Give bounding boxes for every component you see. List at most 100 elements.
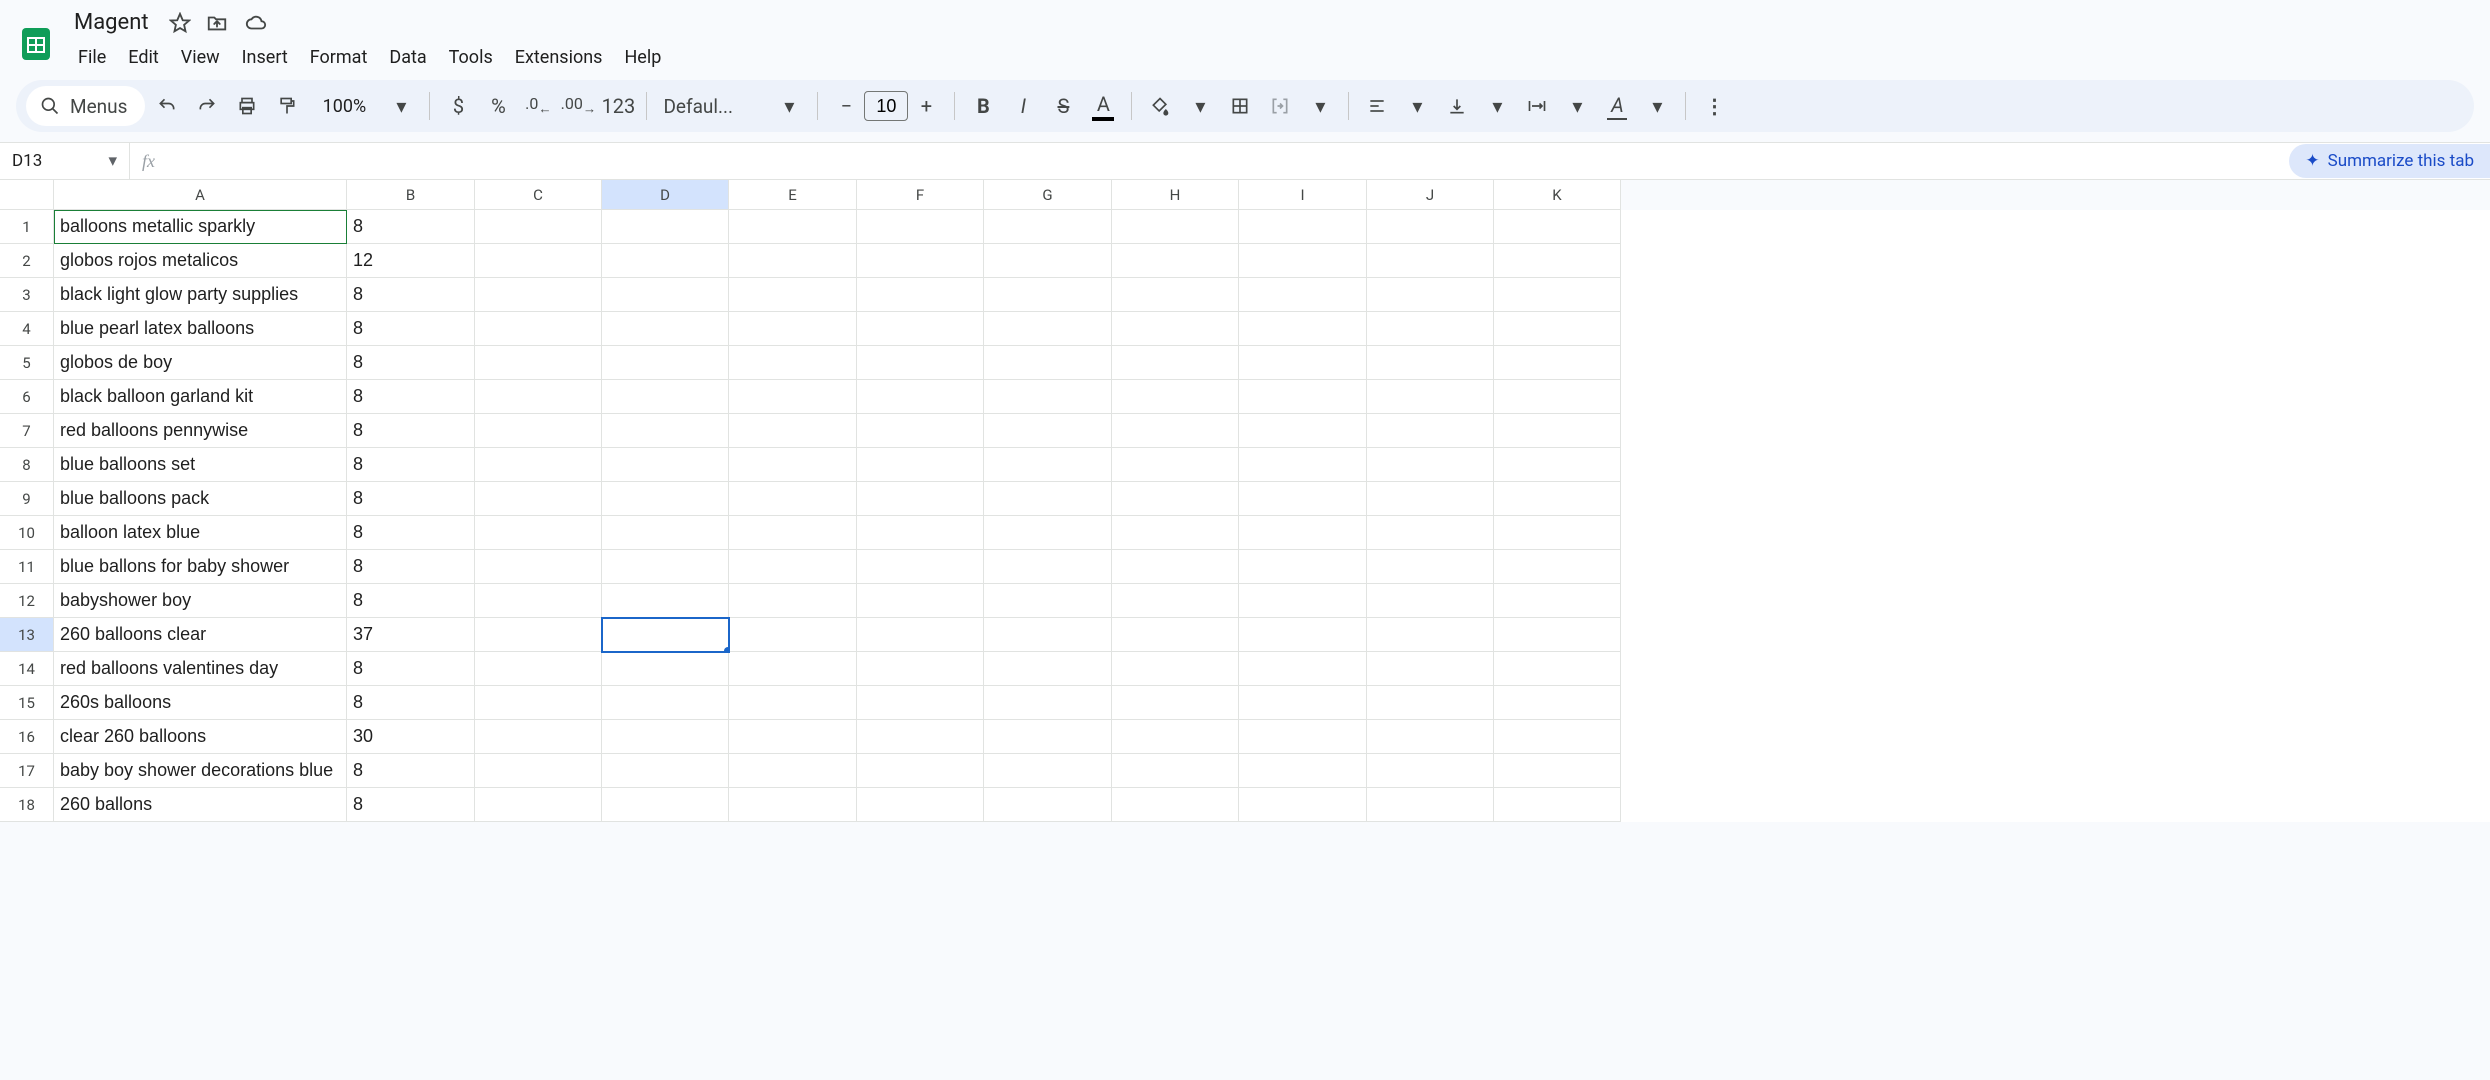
row-header[interactable]: 11: [0, 550, 54, 584]
cell[interactable]: [1112, 448, 1239, 482]
cell[interactable]: 8: [347, 210, 475, 244]
cloud-status-icon[interactable]: [243, 12, 269, 34]
cell[interactable]: [984, 312, 1112, 346]
cell[interactable]: [984, 414, 1112, 448]
move-folder-icon[interactable]: [205, 12, 229, 34]
star-icon[interactable]: [169, 12, 191, 34]
row-header[interactable]: 10: [0, 516, 54, 550]
wrap-dropdown-icon[interactable]: ▾: [1559, 88, 1595, 124]
menu-help[interactable]: Help: [614, 41, 671, 74]
cell[interactable]: [475, 210, 602, 244]
cell[interactable]: [1112, 414, 1239, 448]
cell[interactable]: [857, 652, 984, 686]
cell[interactable]: [475, 550, 602, 584]
row-header[interactable]: 16: [0, 720, 54, 754]
cell[interactable]: [984, 788, 1112, 822]
cell[interactable]: globos rojos metalicos: [54, 244, 347, 278]
cell[interactable]: [857, 414, 984, 448]
row-header[interactable]: 13: [0, 618, 54, 652]
cell[interactable]: [1239, 720, 1367, 754]
column-header-B[interactable]: B: [347, 180, 475, 210]
cell[interactable]: [1112, 380, 1239, 414]
cell[interactable]: [1239, 618, 1367, 652]
column-header-E[interactable]: E: [729, 180, 857, 210]
paint-format-button[interactable]: [269, 88, 305, 124]
cell[interactable]: [729, 448, 857, 482]
print-button[interactable]: [229, 88, 265, 124]
cell[interactable]: [729, 516, 857, 550]
cell[interactable]: [729, 550, 857, 584]
cell[interactable]: [984, 652, 1112, 686]
column-header-D[interactable]: D: [602, 180, 729, 210]
italic-button[interactable]: I: [1005, 88, 1041, 124]
decrease-decimal-button[interactable]: .0←: [520, 88, 556, 124]
cell[interactable]: [602, 482, 729, 516]
cell[interactable]: balloons metallic sparkly: [54, 210, 347, 244]
cell[interactable]: [475, 516, 602, 550]
undo-button[interactable]: [149, 88, 185, 124]
cell[interactable]: [729, 380, 857, 414]
cell[interactable]: [602, 652, 729, 686]
cell[interactable]: black balloon garland kit: [54, 380, 347, 414]
cell[interactable]: [1494, 686, 1621, 720]
cell[interactable]: [1494, 278, 1621, 312]
cell[interactable]: [1367, 278, 1494, 312]
cell[interactable]: black light glow party supplies: [54, 278, 347, 312]
cell[interactable]: [1367, 754, 1494, 788]
cell[interactable]: [475, 244, 602, 278]
cell[interactable]: [1239, 686, 1367, 720]
cell[interactable]: [1239, 346, 1367, 380]
cell[interactable]: [729, 482, 857, 516]
horizontal-align-button[interactable]: [1359, 88, 1395, 124]
cell[interactable]: [1367, 584, 1494, 618]
cell[interactable]: [475, 380, 602, 414]
menu-file[interactable]: File: [68, 41, 116, 74]
rotation-dropdown-icon[interactable]: ▾: [1639, 88, 1675, 124]
cell[interactable]: [1239, 788, 1367, 822]
cell[interactable]: [729, 686, 857, 720]
menu-insert[interactable]: Insert: [232, 41, 298, 74]
cell[interactable]: [857, 210, 984, 244]
cell[interactable]: [857, 618, 984, 652]
more-formats-button[interactable]: 123: [600, 88, 636, 124]
column-header-H[interactable]: H: [1112, 180, 1239, 210]
halign-dropdown-icon[interactable]: ▾: [1399, 88, 1435, 124]
cell[interactable]: [1112, 652, 1239, 686]
cell[interactable]: [602, 312, 729, 346]
cell[interactable]: red balloons pennywise: [54, 414, 347, 448]
cell[interactable]: [1367, 448, 1494, 482]
cell[interactable]: [602, 516, 729, 550]
cell[interactable]: [1494, 618, 1621, 652]
cell[interactable]: [984, 584, 1112, 618]
cell[interactable]: [729, 210, 857, 244]
cell[interactable]: 8: [347, 380, 475, 414]
cell[interactable]: [984, 210, 1112, 244]
cell[interactable]: [475, 720, 602, 754]
cell[interactable]: [1239, 550, 1367, 584]
cell[interactable]: [602, 720, 729, 754]
valign-dropdown-icon[interactable]: ▾: [1479, 88, 1515, 124]
cell[interactable]: [1494, 414, 1621, 448]
cell[interactable]: [857, 380, 984, 414]
cell[interactable]: babyshower boy: [54, 584, 347, 618]
cell[interactable]: [1367, 788, 1494, 822]
cell[interactable]: [729, 414, 857, 448]
column-header-J[interactable]: J: [1367, 180, 1494, 210]
cell[interactable]: [857, 686, 984, 720]
cell[interactable]: [475, 448, 602, 482]
cell[interactable]: 8: [347, 346, 475, 380]
cell[interactable]: [1494, 550, 1621, 584]
cell[interactable]: [1494, 312, 1621, 346]
sheets-logo[interactable]: [16, 24, 56, 64]
row-header[interactable]: 1: [0, 210, 54, 244]
cell[interactable]: [602, 686, 729, 720]
cell[interactable]: 8: [347, 278, 475, 312]
font-dropdown-icon[interactable]: ▾: [771, 88, 807, 124]
cell[interactable]: [857, 312, 984, 346]
cell[interactable]: [1239, 652, 1367, 686]
cell[interactable]: 8: [347, 448, 475, 482]
cell[interactable]: [1239, 278, 1367, 312]
cell[interactable]: [857, 516, 984, 550]
cell[interactable]: red balloons valentines day: [54, 652, 347, 686]
cell[interactable]: [1494, 380, 1621, 414]
